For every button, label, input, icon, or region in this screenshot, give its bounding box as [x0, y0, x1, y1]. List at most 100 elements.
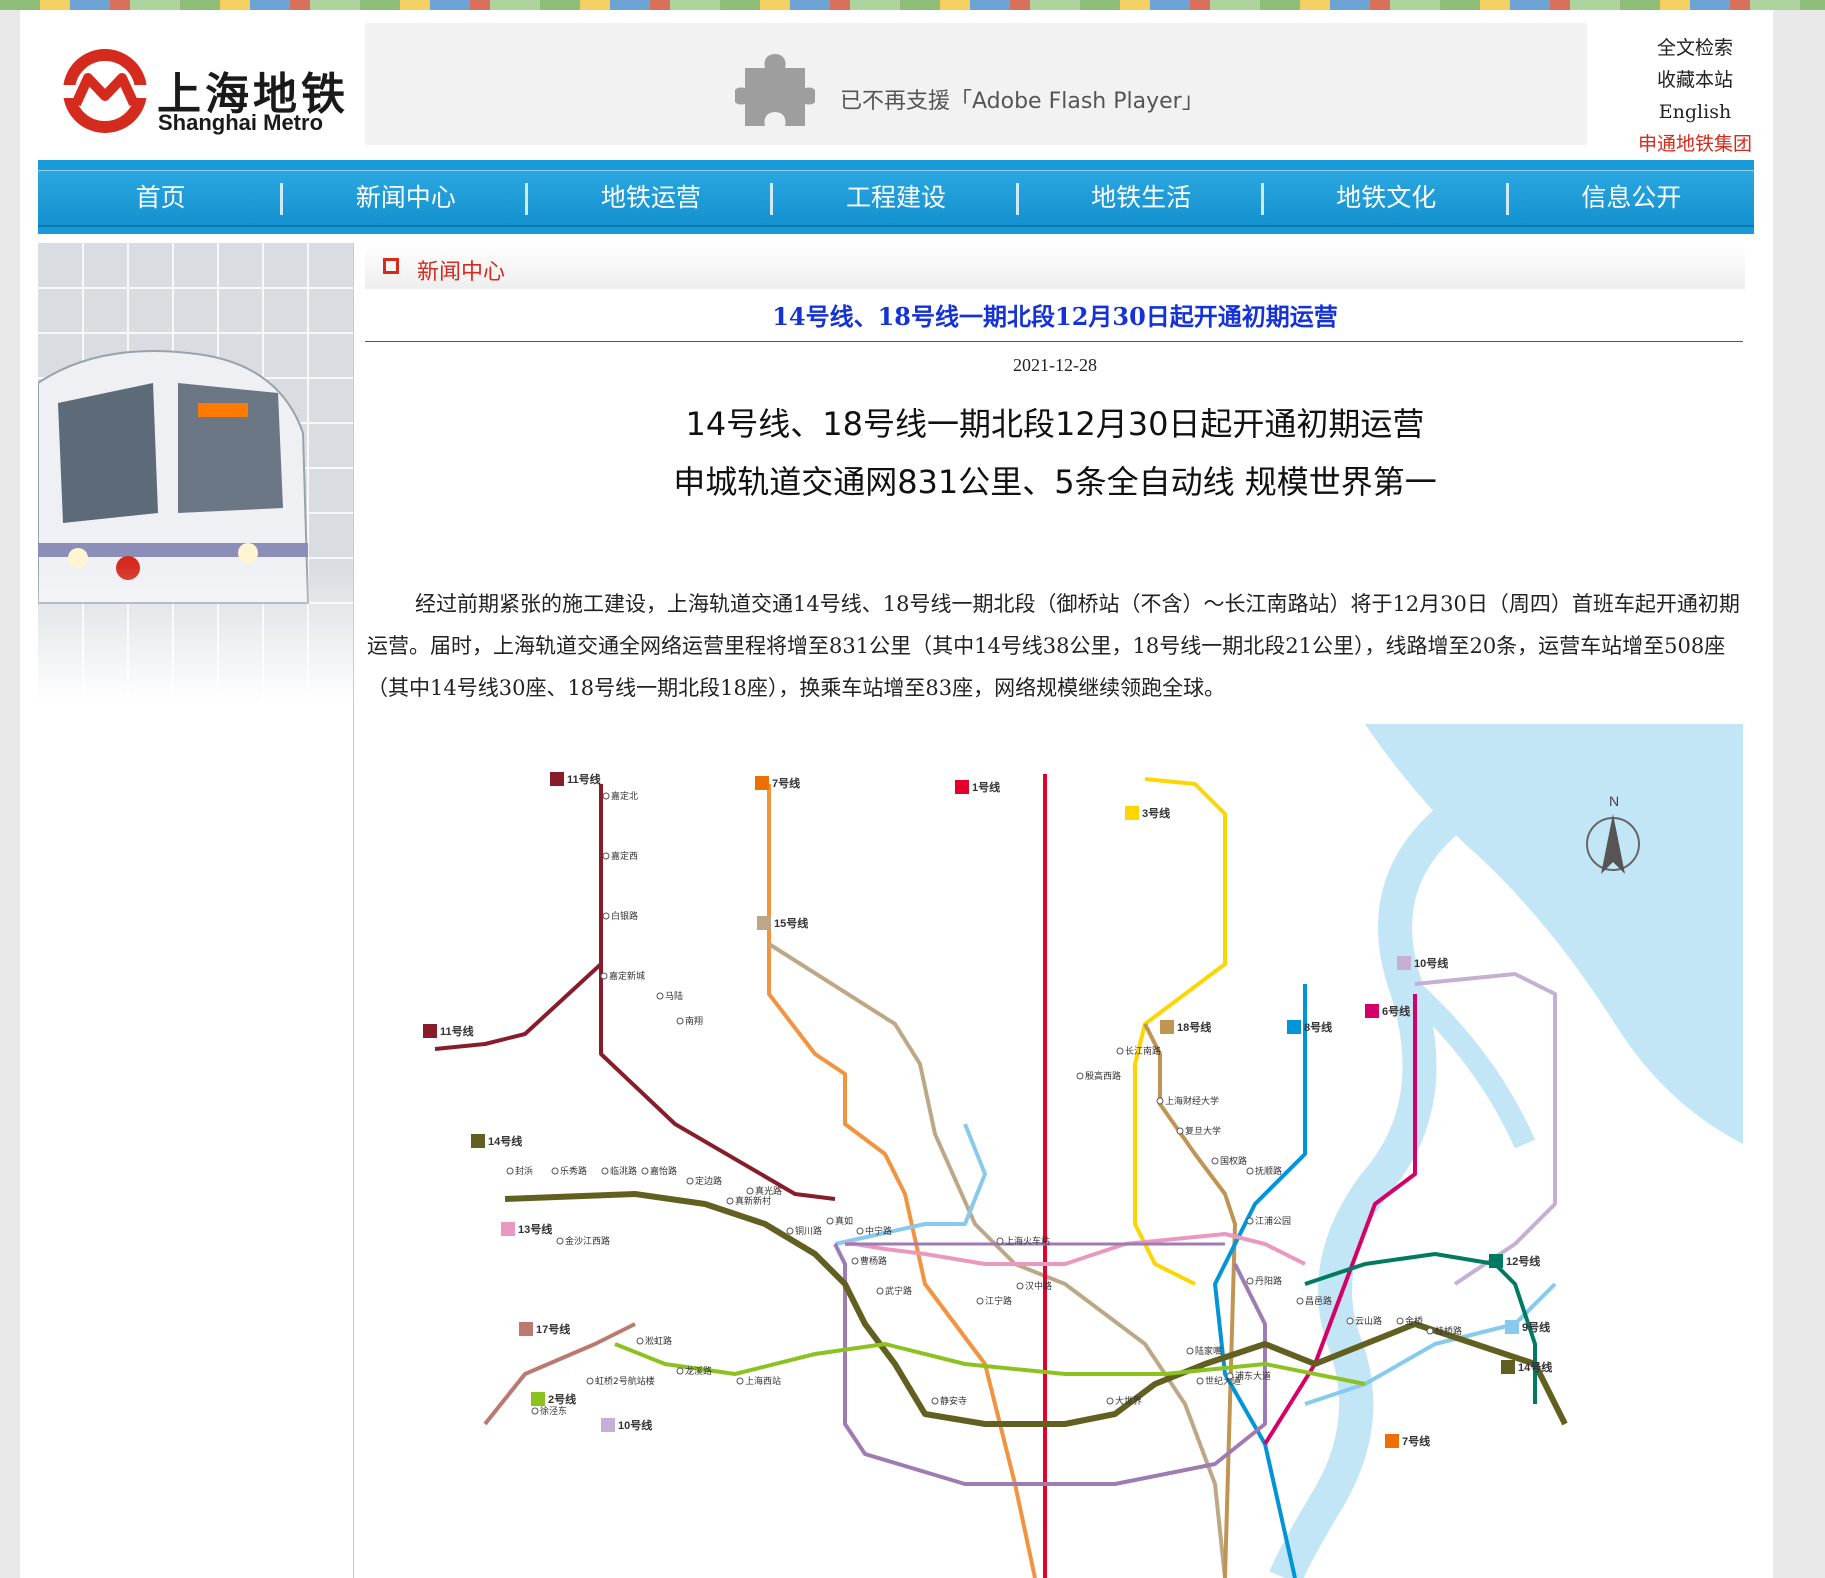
station-label: 云山路 — [1355, 1315, 1382, 1327]
station-marker — [1226, 1372, 1234, 1380]
article-date: 2021-12-28 — [1013, 355, 1097, 375]
plugin-puzzle-icon — [735, 54, 815, 126]
breadcrumb-news-center[interactable]: 新闻中心 — [417, 254, 505, 286]
station-label: 曹杨路 — [860, 1255, 887, 1267]
station-marker — [641, 1167, 649, 1175]
station-label: 江宁路 — [985, 1295, 1012, 1307]
right-gutter — [1773, 10, 1825, 1578]
nav-metro-life[interactable]: 地铁生活 — [1019, 171, 1264, 225]
badge-line-11-west: 11号线 — [423, 1024, 474, 1038]
badge-line-11-north: 11号线 — [550, 772, 601, 786]
station-marker — [726, 1197, 734, 1205]
main-content: 新闻中心 14号线、18号线一期北段12月30日起开通初期运营 2021-12-… — [365, 243, 1745, 1578]
svg-text:9号线: 9号线 — [1522, 1320, 1550, 1334]
station-marker — [1016, 1282, 1024, 1290]
station-label: 乐秀路 — [560, 1165, 587, 1177]
nav-home[interactable]: 首页 — [38, 171, 284, 225]
station-marker — [996, 1237, 1004, 1245]
station-marker — [636, 1337, 644, 1345]
badge-line-18: 18号线 — [1160, 1020, 1211, 1034]
badge-line-7-south: 7号线 — [1385, 1434, 1430, 1448]
station-marker — [1246, 1167, 1254, 1175]
station-marker — [586, 1377, 594, 1385]
english-link[interactable]: English — [1620, 96, 1770, 128]
svg-text:6号线: 6号线 — [1382, 1004, 1410, 1018]
station-marker — [1246, 1277, 1254, 1285]
station-marker — [1196, 1377, 1204, 1385]
metro-network-map: N 11号线 7号线 1号线 3号线 15号线 18号线 8号线 6号线 10号… — [365, 724, 1743, 1578]
top-links: 全文检索 收藏本站 English 申通地铁集团 — [1620, 32, 1770, 160]
bookmark-site-link[interactable]: 收藏本站 — [1620, 64, 1770, 96]
top-banner-strip — [0, 0, 1825, 10]
station-label: 桂桥路 — [1435, 1325, 1462, 1337]
badge-line-7: 7号线 — [755, 776, 800, 790]
huangpu-river — [1269, 779, 1494, 1578]
nav-info-disclosure[interactable]: 信息公开 — [1509, 171, 1754, 225]
station-label: 上海火车站 — [1005, 1235, 1050, 1247]
site-header: 上海地铁 Shanghai Metro 已不再支援「Adobe Flash Pl… — [20, 10, 1773, 160]
station-marker — [676, 1367, 684, 1375]
station-marker — [531, 1407, 539, 1415]
svg-text:10号线: 10号线 — [1414, 956, 1448, 970]
station-marker — [686, 1177, 694, 1185]
station-label: 嘉定西 — [611, 850, 638, 862]
station-marker — [601, 1167, 609, 1175]
station-label: 金沙江西路 — [565, 1235, 610, 1247]
station-label: 武宁路 — [885, 1285, 912, 1297]
station-marker — [856, 1227, 864, 1235]
station-marker — [976, 1297, 984, 1305]
svg-text:18号线: 18号线 — [1177, 1020, 1211, 1034]
badge-line-13: 13号线 — [501, 1222, 552, 1236]
badge-line-12: 12号线 — [1489, 1254, 1540, 1268]
site-logo[interactable]: 上海地铁 Shanghai Metro — [62, 48, 362, 138]
nav-construction[interactable]: 工程建设 — [773, 171, 1019, 225]
line-11 — [599, 784, 836, 1201]
badge-line-6: 6号线 — [1365, 1004, 1410, 1018]
nav-news-center[interactable]: 新闻中心 — [283, 171, 529, 225]
fulltext-search-link[interactable]: 全文检索 — [1620, 32, 1770, 64]
station-marker — [676, 1017, 684, 1025]
station-marker — [1346, 1317, 1354, 1325]
station-label: 汉中路 — [1025, 1280, 1052, 1292]
station-label: 嘉定北 — [611, 790, 638, 802]
article-title-line2: 申城轨道交通网831公里、5条全自动线 规模世界第一 — [673, 463, 1437, 501]
train-banner-image — [38, 243, 353, 703]
svg-text:7号线: 7号线 — [772, 776, 800, 790]
svg-text:12号线: 12号线 — [1506, 1254, 1540, 1268]
station-marker — [551, 1167, 559, 1175]
svg-text:14号线: 14号线 — [488, 1134, 522, 1148]
badge-line-9: 9号线 — [1505, 1320, 1550, 1334]
station-marker — [1176, 1127, 1184, 1135]
station-label: 临洮路 — [610, 1165, 637, 1177]
flash-unsupported-text: 已不再支援「Adobe Flash Player」 — [840, 89, 1204, 114]
station-marker — [1246, 1217, 1254, 1225]
badge-line-10-north: 10号线 — [1397, 956, 1448, 970]
station-label: 静安寺 — [940, 1395, 967, 1407]
station-label: 上海财经大学 — [1165, 1095, 1219, 1107]
station-label: 真如 — [835, 1215, 853, 1227]
logo-english-text: Shanghai Metro — [158, 110, 324, 135]
metro-map-svg: N 11号线 7号线 1号线 3号线 15号线 18号线 8号线 6号线 10号… — [423, 724, 1743, 1578]
badge-line-14-west: 14号线 — [471, 1134, 522, 1148]
station-label: 淞虹路 — [645, 1335, 672, 1347]
nav-metro-operation[interactable]: 地铁运营 — [528, 171, 774, 225]
station-label: 上海西站 — [745, 1375, 781, 1387]
station-marker — [602, 792, 610, 800]
station-marker — [786, 1227, 794, 1235]
station-marker — [506, 1167, 514, 1175]
station-label: 江浦公园 — [1255, 1215, 1291, 1227]
svg-text:10号线: 10号线 — [618, 1418, 652, 1432]
station-label: 马陆 — [665, 990, 683, 1002]
left-gutter — [0, 10, 20, 1578]
station-label: 抚顺路 — [1255, 1165, 1282, 1177]
station-marker — [746, 1187, 754, 1195]
station-marker — [1076, 1072, 1084, 1080]
station-label: 复旦大学 — [1185, 1125, 1221, 1137]
line-9-west — [834, 1123, 987, 1246]
badge-line-3: 3号线 — [1125, 806, 1170, 820]
svg-text:7号线: 7号线 — [1402, 1434, 1430, 1448]
badge-line-8: 8号线 — [1287, 1020, 1332, 1034]
station-marker — [602, 852, 610, 860]
nav-metro-culture[interactable]: 地铁文化 — [1264, 171, 1509, 225]
shentong-group-link[interactable]: 申通地铁集团 — [1620, 128, 1770, 160]
